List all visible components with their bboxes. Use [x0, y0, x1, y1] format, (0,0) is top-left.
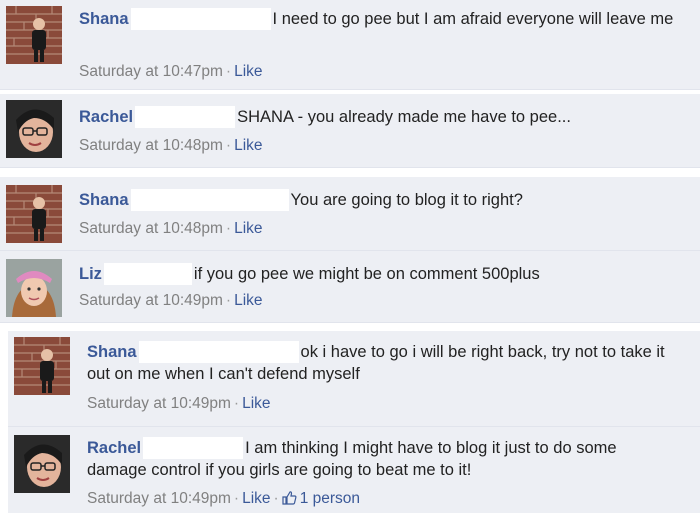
meta-separator: · — [233, 490, 240, 507]
woman-with-glasses-avatar — [14, 435, 70, 493]
meta-separator: · — [225, 220, 232, 237]
like-link[interactable]: Like — [234, 137, 262, 154]
likes-count: 1 person — [299, 490, 361, 507]
avatar[interactable] — [6, 6, 62, 64]
redacted-name — [138, 341, 299, 363]
comment-item: Rachel I am thinking I might have to blog… — [8, 427, 700, 513]
comment-item: Rachel SHANA - you already made me have t… — [0, 94, 700, 168]
comment-body: if you go pee we might be on comment 500… — [193, 265, 540, 283]
avatar[interactable] — [6, 185, 62, 243]
thumbs-up-icon — [282, 491, 297, 505]
redacted-name — [130, 8, 271, 30]
comment-timestamp[interactable]: Saturday at 10:47pm — [79, 63, 223, 80]
comment-timestamp[interactable]: Saturday at 10:49pm — [87, 490, 231, 507]
comment-author[interactable]: Rachel — [79, 108, 133, 126]
brick-wall-child-avatar — [6, 185, 62, 243]
comment-timestamp[interactable]: Saturday at 10:48pm — [79, 220, 223, 237]
like-link[interactable]: Like — [234, 292, 262, 309]
meta-separator: · — [225, 63, 232, 80]
redacted-name — [135, 106, 236, 128]
comment-meta: Saturday at 10:49pm · Like — [87, 394, 271, 414]
comment-meta: Saturday at 10:48pm · Like — [79, 219, 263, 239]
like-link[interactable]: Like — [242, 395, 270, 412]
comment-text: Rachel SHANA - you already made me have t… — [79, 106, 691, 128]
comment-text: Rachel I am thinking I might have to blog… — [87, 437, 647, 481]
comment-timestamp[interactable]: Saturday at 10:49pm — [87, 395, 231, 412]
comment-body: I need to go pee but I am afraid everyon… — [272, 10, 674, 28]
like-link[interactable]: Like — [234, 220, 262, 237]
comment-meta: Saturday at 10:49pm · Like · 1 person — [87, 489, 360, 509]
redacted-name — [103, 263, 192, 285]
comment-body: You are going to blog it to right? — [290, 191, 523, 209]
meta-separator: · — [233, 395, 240, 412]
girl-with-pink-hat-avatar — [6, 259, 62, 317]
avatar[interactable] — [14, 337, 70, 395]
comment-body: SHANA - you already made me have to pee.… — [237, 108, 571, 126]
comment-item: Shana ok i have to go i will be right bac… — [8, 331, 700, 427]
meta-separator: · — [273, 490, 279, 507]
meta-separator: · — [225, 292, 232, 309]
comment-meta: Saturday at 10:47pm · Like — [79, 62, 263, 82]
meta-separator: · — [225, 137, 232, 154]
comment-text: Shana I need to go pee but I am afraid ev… — [79, 8, 691, 30]
likes-count-link[interactable]: 1 person — [282, 490, 360, 507]
like-link[interactable]: Like — [242, 490, 270, 507]
comment-author[interactable]: Rachel — [87, 439, 141, 457]
comment-item: Shana You are going to blog it to right? … — [0, 177, 700, 251]
like-link[interactable]: Like — [234, 63, 262, 80]
comment-author[interactable]: Shana — [79, 191, 129, 209]
avatar[interactable] — [6, 100, 62, 158]
redacted-name — [143, 437, 244, 459]
avatar[interactable] — [6, 259, 62, 317]
comment-author[interactable]: Shana — [79, 10, 129, 28]
woman-with-glasses-avatar — [6, 100, 62, 158]
comment-item: Shana I need to go pee but I am afraid ev… — [0, 0, 700, 90]
comment-author[interactable]: Shana — [87, 343, 137, 361]
comment-meta: Saturday at 10:49pm · Like — [79, 291, 263, 311]
comment-text: Liz if you go pee we might be on comment … — [79, 263, 691, 285]
avatar[interactable] — [14, 435, 70, 493]
comment-item: Liz if you go pee we might be on comment … — [0, 251, 700, 323]
comment-timestamp[interactable]: Saturday at 10:48pm — [79, 137, 223, 154]
comment-author[interactable]: Liz — [79, 265, 102, 283]
comment-timestamp[interactable]: Saturday at 10:49pm — [79, 292, 223, 309]
comment-meta: Saturday at 10:48pm · Like — [79, 136, 263, 156]
redacted-name — [130, 189, 289, 211]
comment-text: Shana You are going to blog it to right? — [79, 189, 691, 211]
comment-text: Shana ok i have to go i will be right bac… — [87, 341, 692, 385]
brick-wall-child-avatar — [6, 6, 62, 64]
brick-wall-child-avatar — [14, 337, 70, 395]
